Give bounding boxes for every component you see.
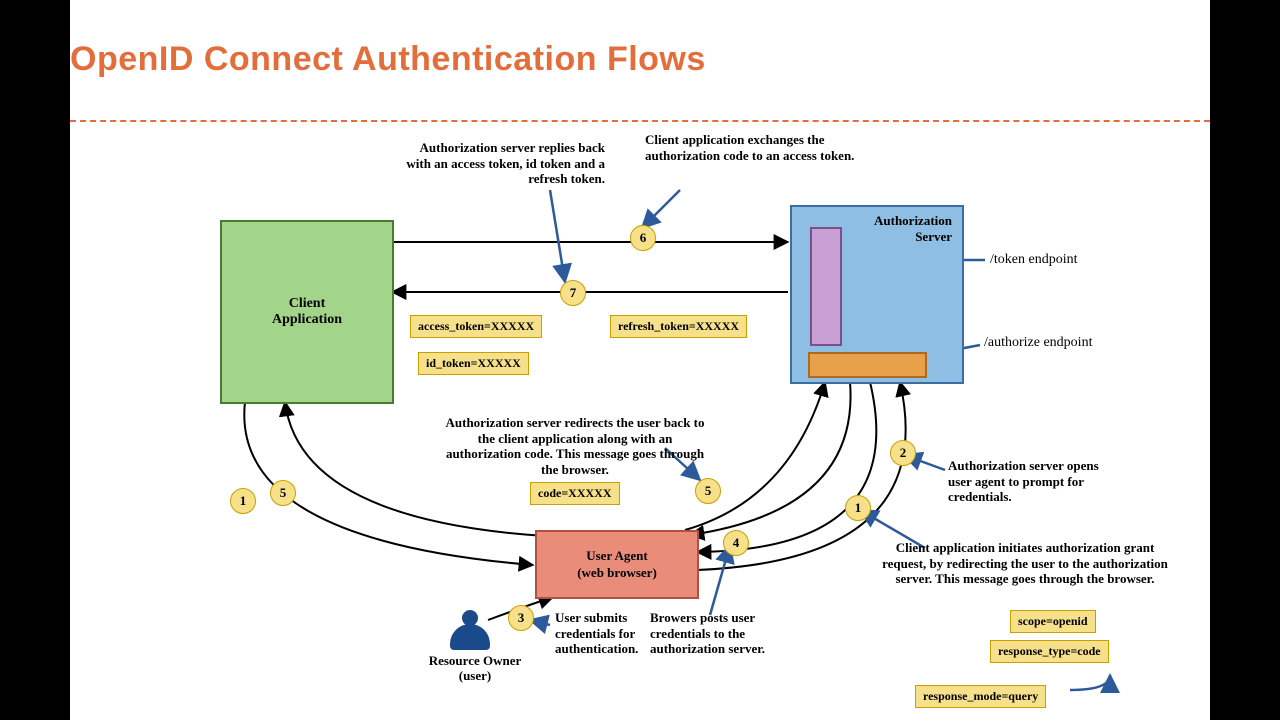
response-mode-param: response_mode=query [915, 685, 1046, 708]
token-endpoint-box [810, 227, 842, 346]
client-application-box: Client Application [220, 220, 394, 404]
step-3-badge: 3 [508, 605, 534, 631]
step-5-left-badge: 5 [270, 480, 296, 506]
step-7-badge: 7 [560, 280, 586, 306]
step-2-badge: 2 [890, 440, 916, 466]
authorize-endpoint-label: /authorize endpoint [984, 335, 1092, 351]
id-token-param: id_token=XXXXX [418, 352, 529, 375]
divider [70, 120, 1210, 122]
step-6-badge: 6 [630, 225, 656, 251]
client-application-label: Client Application [272, 296, 342, 328]
user-agent-label: User Agent (web browser) [577, 548, 657, 581]
user-icon [450, 610, 490, 650]
step-5-note: Authorization server redirects the user … [440, 415, 710, 477]
user-agent-box: User Agent (web browser) [535, 530, 699, 599]
code-param: code=XXXXX [530, 482, 620, 505]
authorization-server-label: Authorization Server [874, 213, 952, 245]
step-4-badge: 4 [723, 530, 749, 556]
page-title: OpenID Connect Authentication Flows [70, 40, 706, 79]
step-3-note: User submits credentials for authenticat… [555, 610, 680, 657]
step-5-right-badge: 5 [695, 478, 721, 504]
refresh-token-param: refresh_token=XXXXX [610, 315, 747, 338]
resource-owner-label: Resource Owner (user) [420, 654, 530, 684]
scope-param: scope=openid [1010, 610, 1096, 633]
authorize-endpoint-box [808, 352, 927, 378]
token-endpoint-label: /token endpoint [990, 252, 1078, 268]
access-token-param: access_token=XXXXX [410, 315, 542, 338]
step-1-left-badge: 1 [230, 488, 256, 514]
diagram: Client Application Authorization Server … [70, 130, 1210, 720]
response-type-param: response_type=code [990, 640, 1109, 663]
step-7-note: Authorization server replies back with a… [405, 140, 605, 187]
step-2-note: Authorization server opens user agent to… [948, 458, 1118, 505]
step-1-right-badge: 1 [845, 495, 871, 521]
step-6-note: Client application exchanges the authori… [645, 132, 870, 163]
step-1-note: Client application initiates authorizati… [880, 540, 1170, 587]
slide: OpenID Connect Authentication Flows [70, 0, 1210, 720]
